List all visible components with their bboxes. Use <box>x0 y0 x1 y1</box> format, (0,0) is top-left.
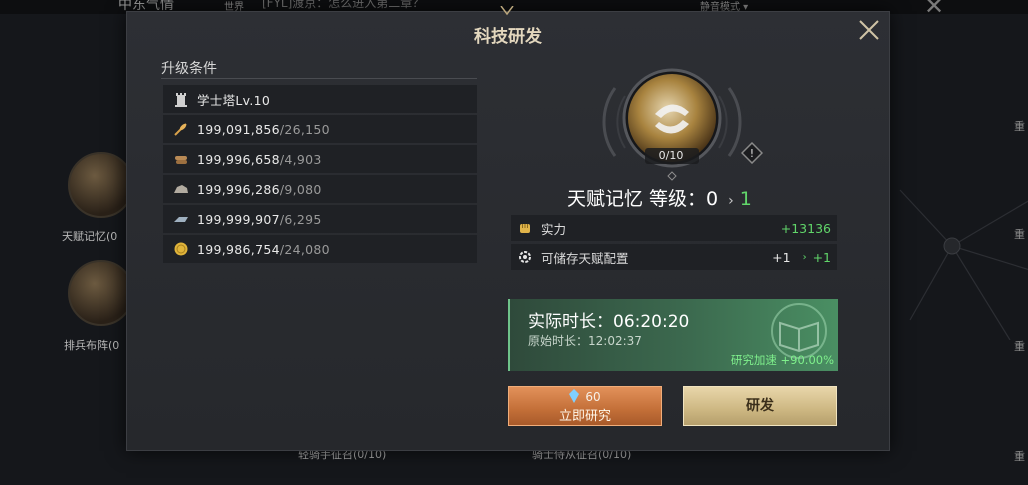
research-dialog: 科技研发 升级条件 学士塔Lv.10 199,091,856 /26,150 1… <box>126 6 890 451</box>
research-time-panel: 实际时长：06:20:20 原始时长：12:02:37 研究加速 +90.00% <box>508 299 838 371</box>
resource-need: /4,903 <box>279 151 322 167</box>
requirement-resource: 199,996,658 /4,903 <box>163 145 477 173</box>
background-close-icon[interactable]: ✕ <box>924 0 944 20</box>
wheat-icon <box>174 123 187 136</box>
info-icon[interactable]: ! <box>741 142 763 164</box>
stat-talent-slots: 可储存天赋配置 +1 › +1 <box>511 244 837 270</box>
talent-name-level: 天赋记忆 等级：0 <box>567 188 719 210</box>
talent-next-level: 1 <box>739 188 752 210</box>
right-node-label-3: 重 <box>1014 340 1025 353</box>
actual-duration: 实际时长：06:20:20 <box>528 312 690 332</box>
iron-icon <box>174 217 188 222</box>
title-ornament-icon <box>500 6 514 16</box>
resource-have: 199,996,658 <box>197 151 280 167</box>
requirement-building-label: 学士塔Lv.10 <box>197 92 271 108</box>
stat-power-value: +13136 <box>780 220 831 236</box>
stone-icon <box>174 185 188 193</box>
resource-have: 199,996,286 <box>197 181 280 197</box>
talent-tree-links <box>899 189 1028 340</box>
requirements-header: 升级条件 <box>161 61 217 77</box>
requirement-resource: 199,091,856 /26,150 <box>163 115 477 143</box>
talent-level-title: 天赋记忆 等级：0 › 1 <box>567 184 752 211</box>
resource-need: /24,080 <box>279 241 330 257</box>
resource-have: 199,986,754 <box>197 241 280 257</box>
resource-have: 199,999,907 <box>197 211 280 227</box>
stat-arrow-icon: › <box>802 251 807 263</box>
right-node-label-2: 重 <box>1014 228 1025 241</box>
talent-node-memory[interactable] <box>68 152 134 218</box>
instant-cost-value: 60 <box>585 390 601 404</box>
resource-have: 199,091,856 <box>197 121 280 137</box>
close-icon[interactable] <box>855 16 883 44</box>
research-button[interactable]: 研发 <box>683 386 837 426</box>
talent-node-formation[interactable] <box>68 260 134 326</box>
gold-icon <box>174 242 188 256</box>
right-node-label-4: 重 <box>1014 450 1025 463</box>
resource-need: /6,295 <box>279 211 322 227</box>
resource-need: /9,080 <box>279 181 322 197</box>
stat-power-label: 实力 <box>541 221 567 237</box>
requirements-list: 学士塔Lv.10 199,091,856 /26,150 199,996,658… <box>163 85 477 265</box>
requirement-building: 学士塔Lv.10 <box>163 85 477 113</box>
gem-icon <box>569 389 580 403</box>
talent-node-formation-label: 排兵布阵(0 <box>64 339 120 352</box>
stat-talent-slots-value: +1 <box>812 249 831 265</box>
instant-cost: 60 <box>509 389 661 404</box>
talent-progress: 0/10 <box>658 149 684 162</box>
stat-power: 实力 +13136 <box>511 215 837 241</box>
talent-node-memory-label: 天赋记忆(0 <box>62 230 118 243</box>
gear-icon <box>519 251 531 263</box>
right-node-label-1: 重 <box>1014 120 1025 133</box>
talent-icon <box>602 68 742 181</box>
wood-icon <box>175 156 187 164</box>
fist-icon <box>520 224 530 233</box>
resource-need: /26,150 <box>279 121 330 137</box>
instant-research-label: 立即研究 <box>558 409 611 424</box>
requirements-divider <box>161 78 477 79</box>
research-speed-bonus: 研究加速 +90.00% <box>730 353 834 367</box>
requirement-resource: 199,986,754 /24,080 <box>163 235 477 263</box>
stat-talent-slots-current: +1 <box>772 249 791 265</box>
dialog-title: 科技研发 <box>474 27 542 47</box>
original-duration: 原始时长：12:02:37 <box>528 334 642 348</box>
level-arrow-icon: › <box>728 193 734 209</box>
chat-preview[interactable]: [FYL]渡京：怎么进入第二章？ <box>262 0 424 11</box>
svg-text:!: ! <box>750 147 754 160</box>
requirement-resource: 199,996,286 /9,080 <box>163 175 477 203</box>
instant-research-button[interactable]: 60 立即研究 <box>508 386 662 426</box>
requirement-resource: 199,999,907 /6,295 <box>163 205 477 233</box>
stat-talent-slots-label: 可储存天赋配置 <box>541 250 629 266</box>
tower-icon <box>175 93 187 107</box>
